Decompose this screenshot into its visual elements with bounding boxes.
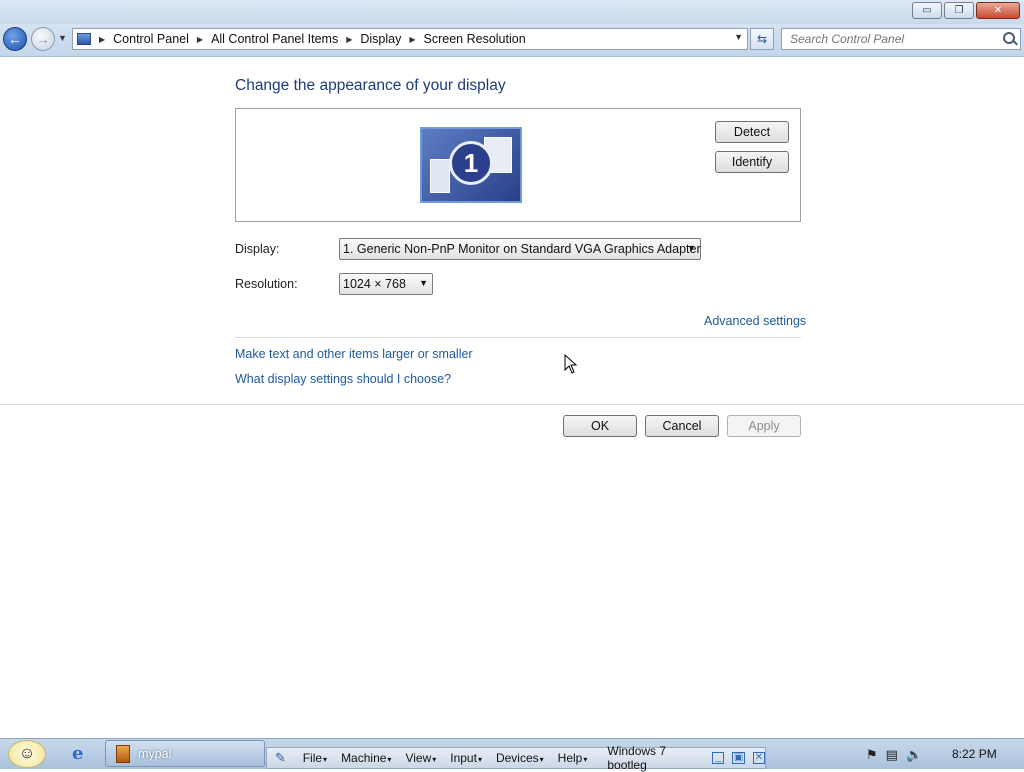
breadcrumb-display[interactable]: Display — [360, 32, 401, 46]
virtualbox-menu-bar: ✎ File Machine View Input Devices Help W… — [266, 744, 766, 772]
display-select[interactable]: 1. Generic Non-PnP Monitor on Standard V… — [339, 238, 701, 260]
page-title: Change the appearance of your display — [235, 77, 506, 94]
vbox-restore-icon[interactable]: ▣ — [732, 752, 745, 764]
address-dropdown-icon[interactable]: ▼ — [734, 32, 743, 42]
title-bar: ▭ ❐ ✕ — [0, 0, 1024, 24]
address-bar[interactable]: ▶ Control Panel ▶ All Control Panel Item… — [72, 28, 748, 50]
internet-explorer-icon[interactable]: e — [72, 745, 90, 763]
monitor-window-graphic — [430, 159, 450, 193]
breadcrumb-control-panel[interactable]: Control Panel — [113, 32, 189, 46]
detect-button[interactable]: Detect — [715, 121, 789, 143]
vbox-minimize-icon[interactable]: _ — [712, 752, 725, 764]
breadcrumb-separator-icon[interactable]: ▶ — [409, 35, 415, 44]
system-tray: ⚑ ▤ 🔈 — [866, 747, 922, 763]
volume-icon[interactable]: 🔈 — [906, 747, 922, 763]
ok-button[interactable]: OK — [563, 415, 637, 437]
taskbar-clock[interactable]: 8:22 PM — [952, 747, 997, 761]
breadcrumb-separator-icon[interactable]: ▶ — [346, 35, 352, 44]
vbox-menu-help[interactable]: Help — [558, 751, 588, 765]
search-input[interactable] — [788, 31, 1002, 47]
text-size-link[interactable]: Make text and other items larger or smal… — [235, 347, 473, 361]
forward-arrow-icon: → — [36, 31, 50, 47]
control-panel-icon — [77, 33, 91, 45]
vbox-close-icon[interactable]: ✕ — [752, 752, 766, 764]
vbox-menu-file[interactable]: File — [303, 751, 327, 765]
resolution-select[interactable]: 1024 × 768 ▼ — [339, 273, 433, 295]
vbox-menu-input[interactable]: Input — [450, 751, 482, 765]
taskbar-item-mypal[interactable]: mypal — [105, 740, 265, 767]
breadcrumb-screen-resolution[interactable]: Screen Resolution — [424, 32, 526, 46]
refresh-icon: ⇆ — [756, 32, 768, 46]
start-button[interactable]: ☺ — [8, 740, 46, 768]
address-row: ← → ▼ ▶ Control Panel ▶ All Control Pane… — [0, 24, 1024, 57]
monitor-preview-panel: 1 Detect Identify — [235, 108, 801, 222]
chevron-down-icon: ▼ — [419, 278, 428, 288]
mypal-icon — [116, 744, 130, 763]
pin-icon[interactable]: ✎ — [275, 750, 289, 766]
action-center-flag-icon[interactable]: ⚑ — [866, 747, 878, 763]
display-help-link[interactable]: What display settings should I choose? — [235, 372, 451, 386]
breadcrumb-all-items[interactable]: All Control Panel Items — [211, 32, 338, 46]
apply-button[interactable]: Apply — [727, 415, 801, 437]
search-box[interactable] — [781, 28, 1021, 50]
divider — [235, 337, 801, 338]
recent-pages-dropdown-icon[interactable]: ▼ — [58, 33, 67, 43]
breadcrumb-separator-icon[interactable]: ▶ — [99, 35, 105, 44]
search-icon[interactable] — [1003, 32, 1015, 44]
display-select-value: 1. Generic Non-PnP Monitor on Standard V… — [343, 242, 701, 256]
vbox-menu-machine[interactable]: Machine — [341, 751, 391, 765]
footer-divider — [0, 404, 1024, 405]
network-icon[interactable]: ▤ — [886, 747, 898, 763]
refresh-button[interactable]: ⇆ — [750, 28, 774, 50]
vbox-menu-devices[interactable]: Devices — [496, 751, 544, 765]
back-arrow-icon: ← — [8, 31, 22, 47]
resolution-label: Resolution: — [235, 277, 298, 291]
back-button[interactable]: ← — [3, 27, 27, 51]
restore-button[interactable]: ❐ — [944, 2, 974, 19]
minimize-button[interactable]: ▭ — [912, 2, 942, 19]
taskbar-item-label: mypal — [138, 746, 172, 761]
display-label: Display: — [235, 242, 280, 256]
forward-button[interactable]: → — [31, 27, 55, 51]
close-button[interactable]: ✕ — [976, 2, 1020, 19]
breadcrumb-separator-icon[interactable]: ▶ — [197, 35, 203, 44]
mouse-cursor-icon — [564, 354, 578, 374]
chevron-down-icon: ▼ — [687, 243, 696, 253]
advanced-settings-link[interactable]: Advanced settings — [704, 314, 806, 328]
cancel-button[interactable]: Cancel — [645, 415, 719, 437]
taskbar: ☺ e mypal ✎ File Machine View Input Devi… — [0, 738, 1024, 772]
resolution-select-value: 1024 × 768 — [343, 277, 406, 291]
smiley-start-icon: ☺ — [18, 745, 36, 762]
vbox-menu-view[interactable]: View — [405, 751, 436, 765]
monitor-number-badge: 1 — [449, 141, 493, 185]
identify-button[interactable]: Identify — [715, 151, 789, 173]
window-controls: ▭ ❐ ✕ — [912, 2, 1020, 19]
monitor-1-thumbnail[interactable]: 1 — [420, 127, 522, 203]
